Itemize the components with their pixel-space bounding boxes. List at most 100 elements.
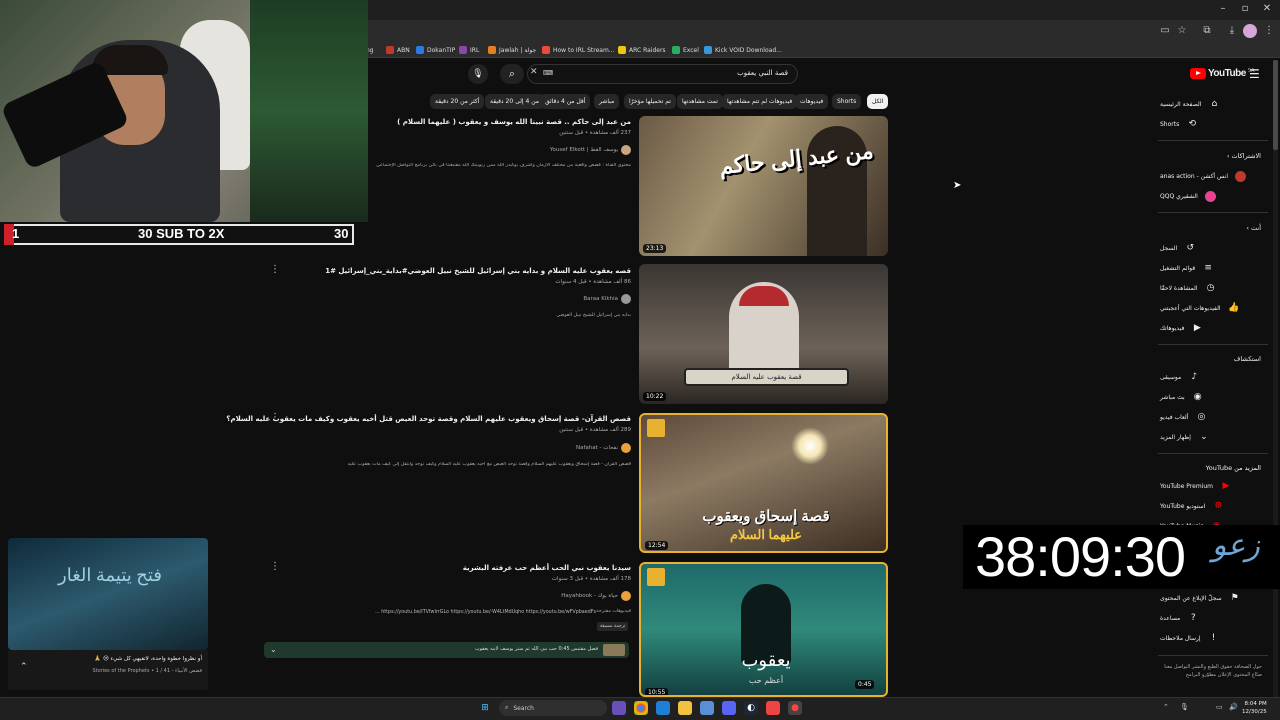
video-title[interactable]: قصه يعقوب عليه السلام و بدايه بني إسرائي… [300, 267, 631, 275]
sidebar-item-feedback[interactable]: ! إرسال ملاحظات [1160, 631, 1264, 645]
sidebar-show-more[interactable]: ⌄ إظهار المزيد [1160, 430, 1264, 444]
star-icon[interactable]: ☆ [1175, 24, 1189, 38]
youtube-logo[interactable]: YouTube SA [1190, 68, 1254, 79]
more-actions-icon[interactable]: ⋮ [270, 264, 280, 275]
video-links[interactable]: https://youtu.be/ITVfwIrrGLo https://you… [300, 610, 596, 615]
maximize-icon[interactable]: ▫ [1238, 2, 1252, 16]
sidebar-section-you[interactable]: أنت › [1160, 224, 1261, 232]
chip-shorts[interactable]: Shorts [832, 94, 862, 109]
bookmark-item[interactable]: Jawlah | جولة [488, 44, 536, 56]
chevron-down-icon[interactable]: ⌄ [270, 645, 277, 654]
sidebar-item-label: السجل [1160, 244, 1178, 252]
bookmark-item[interactable]: ARC Raiders [618, 44, 666, 56]
sidebar-item-studio[interactable]: ⚙ استوديو YouTube [1160, 499, 1264, 513]
sidebar-item-report-history[interactable]: ⚑ سجلّ الإبلاغ عن المحتوى [1160, 591, 1264, 605]
chip-live[interactable]: مباشر [594, 94, 620, 109]
sidebar-subscription[interactable]: انس أكشن - anas action [1160, 169, 1264, 183]
video-title[interactable]: سيدنا يعقوب نبي الحب أعظم حب عرفته البشر… [300, 564, 631, 572]
sidebar-section-subscriptions[interactable]: الاشتراكات › [1160, 152, 1261, 160]
playlist-icon: ≡ [1204, 263, 1212, 273]
search-icon[interactable]: ⌕ [500, 64, 524, 84]
cast-icon[interactable]: ▭ [1158, 24, 1172, 38]
extensions-icon[interactable]: ⧉ [1200, 24, 1214, 38]
downloads-icon[interactable]: ⤓ [1225, 24, 1239, 38]
bookmark-item[interactable]: Kick VOID Download... [704, 44, 782, 56]
profile-avatar[interactable] [1243, 24, 1257, 38]
sidebar-item-shorts[interactable]: ⟲ Shorts [1160, 117, 1264, 131]
sidebar-item-history[interactable]: ↺ السجل [1160, 241, 1264, 255]
sidebar-scrollbar-thumb[interactable] [1273, 60, 1278, 150]
channel-link[interactable]: Hayahbook - حياة بوك [300, 591, 631, 601]
discord-icon[interactable] [722, 701, 736, 715]
close-window-icon[interactable]: ✕ [1260, 2, 1274, 16]
video-thumbnail[interactable]: من عبد إلى حاكم 23:13 [639, 116, 888, 256]
sidebar-item-label: إرسال ملاحظات [1160, 634, 1201, 642]
taskbar-search[interactable]: ⌕ Search [499, 700, 607, 716]
sidebar-footer-links[interactable]: حول الصحافة حقوق الطبع والنشر التواصل مع… [1158, 663, 1262, 679]
hamburger-menu-icon[interactable]: ☰ [1249, 67, 1260, 81]
chip-all[interactable]: الكل [867, 94, 889, 109]
chip-watched[interactable]: تمت مشاهدتها [677, 94, 723, 109]
sidebar-item-live[interactable]: ◉ بث مباشر [1160, 390, 1264, 404]
sidebar-subscription[interactable]: الشقيري QQQ [1160, 189, 1264, 203]
chip-4-20-min[interactable]: من 4 إلى 20 دقيقة [485, 94, 544, 109]
minimize-icon[interactable]: – [1216, 2, 1230, 16]
edge-icon[interactable] [656, 701, 670, 715]
video-thumbnail[interactable]: يعقوب أعظم حب 0:45 10:55 [639, 562, 888, 697]
chip-over-20-min[interactable]: أكثر من 20 دقيقة [430, 94, 485, 109]
channel-link[interactable]: Yousef Elkott | يوسف القط [300, 145, 631, 155]
sidebar-item-music[interactable]: ♪ موسيقى [1160, 370, 1264, 384]
chip-unwatched[interactable]: فيديوهات لم تتم مشاهدتها [722, 94, 798, 109]
sidebar-item-label: بث مباشر [1160, 393, 1185, 401]
copilot-icon[interactable] [612, 701, 626, 715]
keyboard-icon[interactable]: ⌨ [543, 69, 553, 77]
sidebar-item-liked[interactable]: 👍 الفيديوهات التي أعجبتني [1160, 301, 1264, 315]
voice-search-icon[interactable]: 🎙 [468, 64, 488, 84]
sidebar-scrollbar[interactable] [1273, 60, 1278, 700]
channel-avatar [621, 591, 631, 601]
video-title[interactable]: من عبد إلى حاكم .. قصة نبينا الله يوسف و… [300, 118, 631, 126]
bookmark-icon [488, 46, 496, 54]
channel-logo-icon [647, 568, 665, 586]
obs-icon[interactable]: ● [788, 701, 802, 715]
clock-icon: ◷ [1206, 283, 1215, 293]
taskbar-clock[interactable]: 8:04 PM 12/30/25 [1242, 700, 1267, 716]
sidebar-item-your-videos[interactable]: ▶ فيديوهاتك [1160, 321, 1264, 335]
bookmark-item[interactable]: DokanTIP [416, 44, 455, 56]
chevron-up-icon[interactable]: ⌃ [20, 662, 28, 672]
more-actions-icon[interactable]: ⋮ [270, 561, 280, 572]
sub-goal-target: 30 [334, 226, 349, 241]
menu-icon[interactable]: ⋮ [1262, 24, 1276, 38]
sidebar-item-premium[interactable]: ▶ YouTube Premium [1160, 479, 1264, 493]
sidebar-item-help[interactable]: ? مساعدة [1160, 611, 1264, 625]
tray-chevron-icon[interactable]: ⌃ [1163, 703, 1169, 711]
mic-tray-icon[interactable]: 🎙 [1180, 703, 1189, 711]
store-icon[interactable] [700, 701, 714, 715]
sidebar-item-gaming[interactable]: ◎ ألعاب فيديو [1160, 410, 1264, 424]
bookmark-item[interactable]: How to IRL Stream... [542, 44, 615, 56]
mini-player-video[interactable] [8, 538, 208, 650]
photos-icon[interactable] [766, 701, 780, 715]
windows-start-icon[interactable]: ⊞ [478, 701, 492, 715]
chip-recently-uploaded[interactable]: تم تحميلها مؤخرًا [624, 94, 676, 109]
video-thumbnail[interactable]: قصة إسحاق ويعقوب عليهما السلام 12:54 [639, 413, 888, 553]
channel-link[interactable]: Baraa Kikhia [300, 294, 631, 304]
sidebar-item-home[interactable]: ⌂ الصفحة الرئيسية [1160, 97, 1264, 111]
bookmark-item[interactable]: ABN [386, 44, 410, 56]
sidebar-item-playlists[interactable]: ≡ قوائم التشغيل [1160, 261, 1264, 275]
bookmark-item[interactable]: IRL [459, 44, 479, 56]
steam-icon[interactable]: ◐ [744, 701, 758, 715]
sidebar-divider [1158, 344, 1268, 345]
chrome-icon[interactable] [634, 701, 648, 715]
chip-videos[interactable]: فيديوهات [795, 94, 829, 109]
video-thumbnail[interactable]: قصة يعقوب عليه السلام 10:22 [639, 264, 888, 404]
video-title[interactable]: قصص القرآن- قصة إسحاق ويعقوب عليهم السلا… [226, 415, 631, 423]
chip-under-4-min[interactable]: أقل من 4 دقائق [540, 94, 591, 109]
channel-link[interactable]: Nafahat - نفحات [300, 443, 631, 453]
volume-icon[interactable]: 🔊 [1229, 703, 1238, 711]
file-explorer-icon[interactable] [678, 701, 692, 715]
bookmark-item[interactable]: Excel [672, 44, 699, 56]
clear-search-icon[interactable]: ✕ [530, 67, 538, 77]
sidebar-item-watch-later[interactable]: ◷ المشاهدة لاحقًا [1160, 281, 1264, 295]
network-icon[interactable]: ▭ [1216, 703, 1223, 711]
